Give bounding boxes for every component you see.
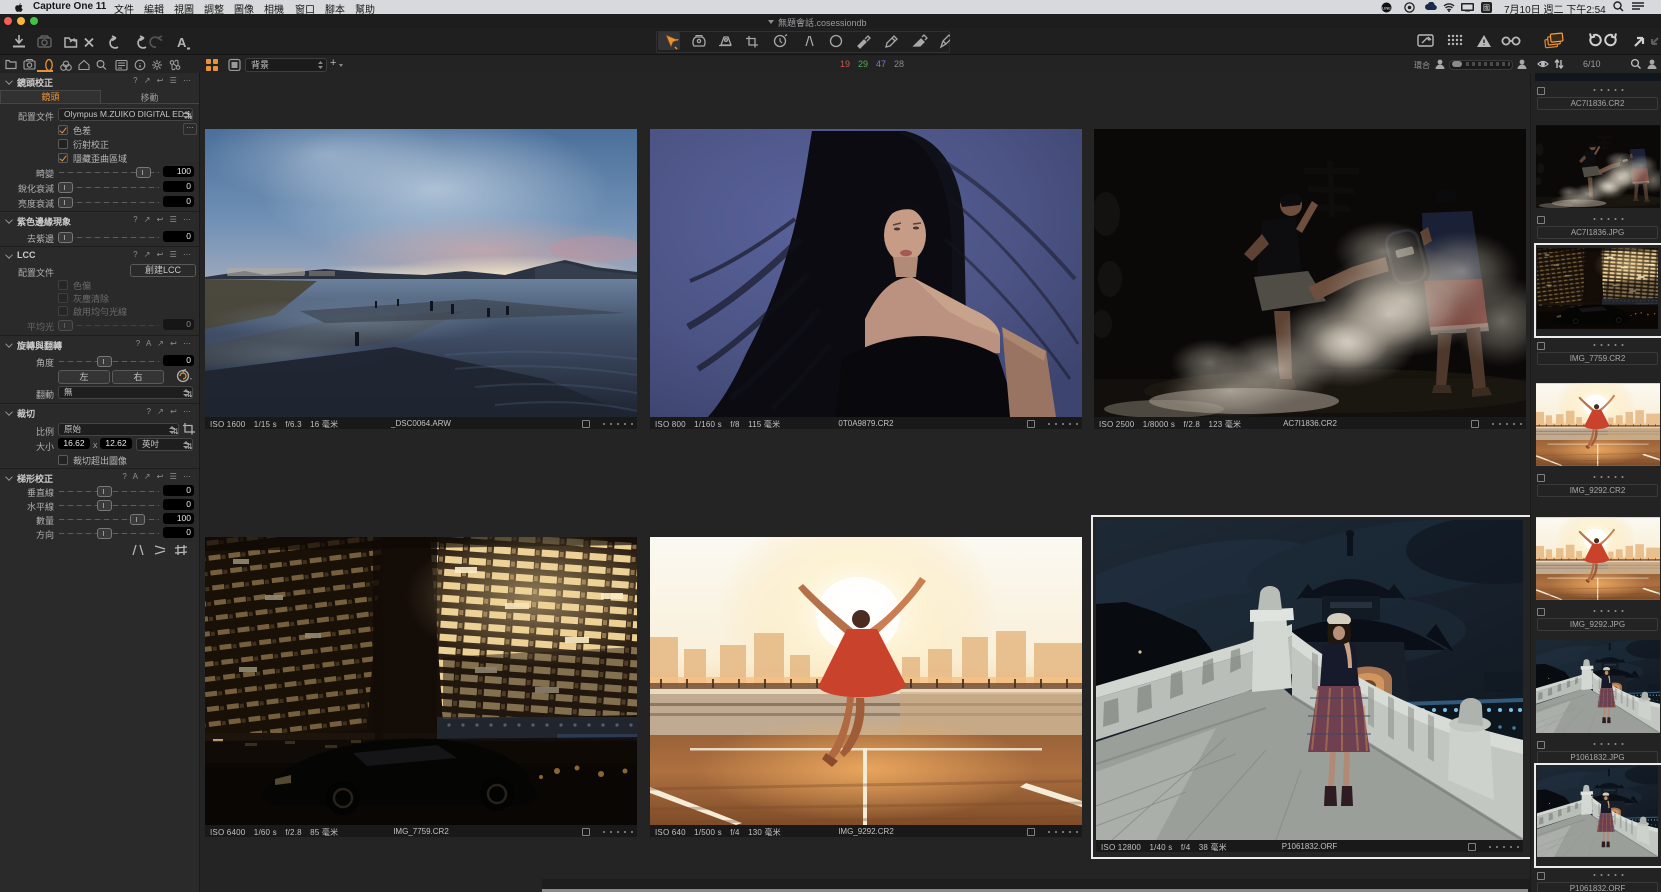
svg-text:LINE: LINE [1382,6,1391,11]
svg-text:國: 國 [1483,4,1490,12]
svg-text:A: A [177,35,187,50]
